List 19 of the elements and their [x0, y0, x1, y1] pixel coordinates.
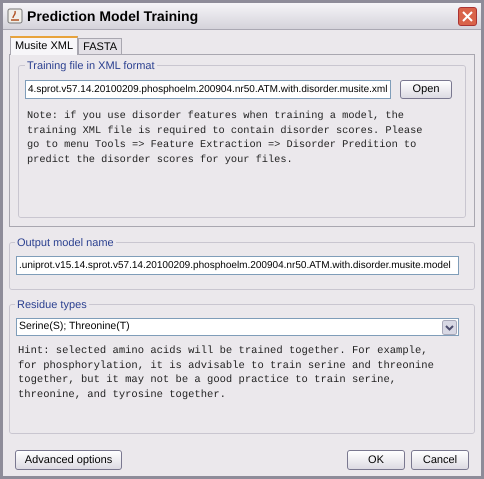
app-icon	[7, 8, 23, 24]
close-button[interactable]	[458, 6, 477, 26]
group-legend: Training file in XML format	[25, 58, 157, 74]
cancel-button[interactable]: Cancel	[411, 450, 469, 470]
group-legend: Output model name	[15, 235, 116, 252]
tab[interactable]: FASTA	[78, 38, 122, 54]
open-button[interactable]: Open	[400, 80, 452, 99]
group-legend: Residue types	[15, 297, 89, 314]
close-icon	[462, 10, 473, 22]
ok-button[interactable]: OK	[347, 450, 405, 470]
advanced-options-button[interactable]: Advanced options	[15, 450, 122, 470]
note-text: Note: if you use disorder features when training a model, the training XML file is required to contain disorder scores. Please go to menu Tools => Feature Extraction => Disorder Predition to predict the disorder scores for your files.	[26, 109, 424, 167]
model-name-field[interactable]: .uniprot.v15.14.sprot.v57.14.20100209.phosphoelm.200904.nr50.ATM.with.disorder.musite.model	[16, 256, 459, 275]
window-title: Prediction Model Training	[27, 6, 198, 26]
tab[interactable]: Musite XML	[10, 36, 78, 55]
file-path-field[interactable]: 4.sprot.v57.14.20100209.phosphoelm.200904.nr50.ATM.with.disorder.musite.xml	[25, 80, 391, 99]
hint-text: Hint: selected amino acids will be trained together. For example, for phosphorylation, it is advisable to train serine and threonine together, but it may not be a good practice to train serine, threonine, and tyrosine together.	[17, 344, 435, 402]
dropdown-value: Serine(S); Threonine(T)	[18, 319, 131, 334]
residue-dropdown[interactable]: Serine(S); Threonine(T)	[16, 318, 459, 336]
